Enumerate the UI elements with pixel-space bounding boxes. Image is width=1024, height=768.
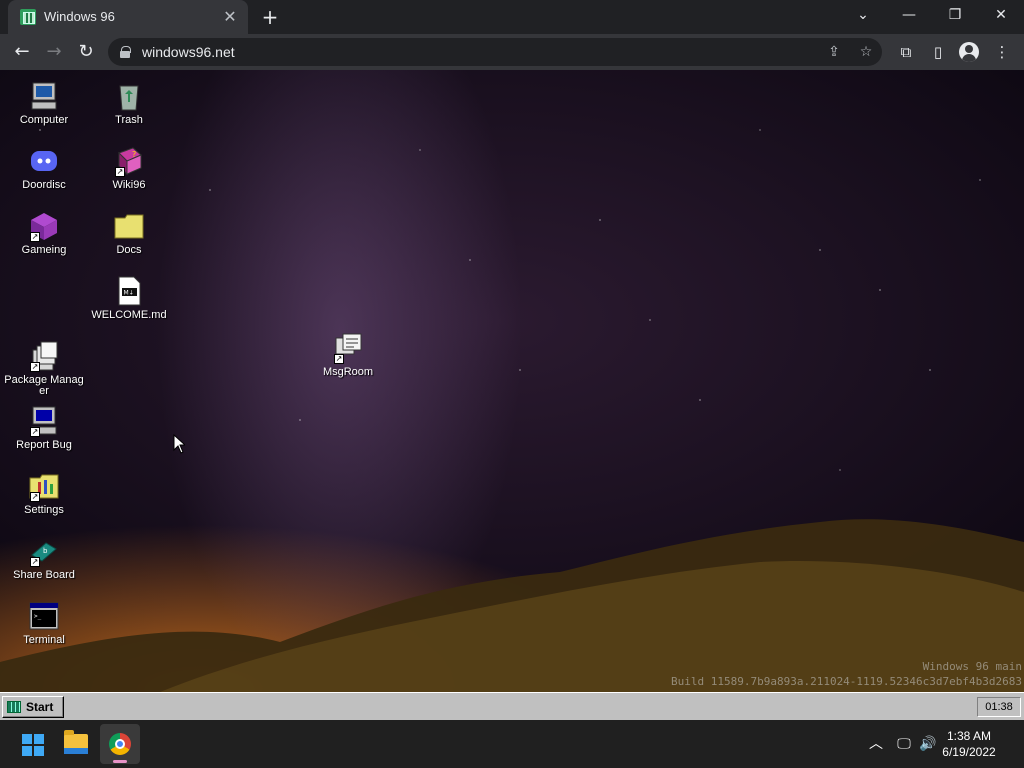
desktop-icon-report-bug[interactable]: ↗ Report Bug: [4, 405, 84, 451]
file-explorer-icon: [64, 730, 88, 754]
window-close-button[interactable]: ✕: [978, 0, 1024, 30]
windows96-favicon-icon: [20, 9, 36, 25]
desktop-icon-label: MsgRoom: [322, 366, 374, 378]
shortcut-arrow-icon: ↗: [115, 167, 125, 177]
desktop-icon-label: Wiki96: [112, 179, 146, 191]
build-watermark-title: Windows 96 main: [922, 660, 1022, 673]
trash-icon: [119, 85, 139, 111]
shortcut-arrow-icon: ↗: [30, 427, 40, 437]
minimize-button[interactable]: —: [886, 0, 932, 30]
extensions-icon[interactable]: ⧉: [894, 40, 918, 64]
restore-button[interactable]: ❐: [932, 0, 978, 30]
markdown-file-icon: M↓: [118, 276, 141, 306]
network-icon[interactable]: 🖵: [894, 734, 914, 754]
desktop-icon-label: Docs: [116, 244, 142, 256]
os-taskbar: ︿ 🖵 🔊 1:38 AM 6/19/2022: [0, 720, 1024, 768]
desktop-icon-label: Computer: [19, 114, 69, 126]
shortcut-arrow-icon: ↗: [30, 232, 40, 242]
start-label: Start: [26, 700, 54, 714]
start-button[interactable]: Start: [2, 696, 64, 718]
browser-tabstrip: Windows 96 ✕ + ⌄ — ❐ ✕: [0, 0, 1024, 34]
shortcut-arrow-icon: ↗: [30, 492, 40, 502]
back-button[interactable]: ←: [8, 38, 36, 66]
desktop-icon-label: Share Board: [13, 569, 75, 581]
build-watermark-version: Build 11589.7b9a893a.211024-1119.52346c3…: [671, 675, 1022, 688]
svg-text:M↓: M↓: [124, 290, 134, 297]
url-text[interactable]: windows96.net: [142, 44, 235, 60]
desktop-icon-package-manager[interactable]: ↗ Package Manager: [4, 340, 84, 397]
browser-toolbar: ← → ↻ windows96.net ⇪ ☆ ⧉ ▯ ⋮: [0, 34, 1024, 70]
active-app-indicator: [113, 760, 127, 763]
share-icon[interactable]: ⇪: [824, 42, 844, 62]
computer-icon: [31, 82, 57, 110]
system-time: 1:38 AM: [946, 729, 992, 743]
profile-avatar-icon[interactable]: [959, 42, 979, 62]
w96-taskbar: Start 01:38: [0, 692, 1024, 720]
desktop-icon-msgroom[interactable]: ↗ MsgRoom: [308, 332, 388, 378]
w96-clock[interactable]: 01:38: [977, 697, 1021, 717]
system-clock[interactable]: 1:38 AM 6/19/2022: [934, 728, 1004, 760]
desktop-icon-computer[interactable]: Computer: [4, 80, 84, 126]
desktop-icon-trash[interactable]: Trash: [89, 80, 169, 126]
browser-tab[interactable]: Windows 96 ✕: [8, 0, 248, 34]
desktop-icon-label: Gameing: [21, 244, 67, 256]
svg-text:b: b: [43, 547, 48, 555]
desktop-icon-terminal[interactable]: >_ Terminal: [4, 600, 84, 646]
chrome-icon: [109, 733, 131, 755]
desktop-icon-welcome-md[interactable]: M↓ WELCOME.md: [89, 275, 169, 321]
discord-icon: [31, 151, 57, 171]
windows96-logo-icon: [7, 701, 21, 713]
windows-logo-icon: [22, 734, 44, 756]
terminal-icon: >_: [29, 602, 59, 630]
address-bar[interactable]: windows96.net ⇪ ☆: [108, 38, 882, 66]
mountain-silhouette: [0, 519, 1024, 692]
system-date: 6/19/2022: [942, 745, 996, 759]
svg-text:?: ?: [132, 150, 136, 159]
chrome-taskbar-button[interactable]: [100, 724, 140, 764]
desktop-icon-label: Package Manager: [4, 374, 84, 397]
shortcut-arrow-icon: ↗: [334, 354, 344, 364]
shortcut-arrow-icon: ↗: [30, 362, 40, 372]
svg-text:>_: >_: [34, 613, 42, 620]
desktop-icon-label: Doordisc: [22, 179, 66, 191]
desktop-icon-label: Terminal: [23, 634, 65, 646]
desktop-icon-settings[interactable]: ↗ Settings: [4, 470, 84, 516]
desktop-icon-label: Trash: [115, 114, 143, 126]
desktop[interactable]: Computer Trash Doordisc ? ↗ Wiki96 ↗ Gam…: [0, 70, 1024, 692]
file-explorer-button[interactable]: [56, 724, 96, 764]
side-panel-icon[interactable]: ▯: [926, 40, 950, 64]
tab-title: Windows 96: [44, 9, 115, 24]
desktop-icon-gameing[interactable]: ↗ Gameing: [4, 210, 84, 256]
os-start-button[interactable]: [12, 724, 52, 764]
lock-icon[interactable]: [120, 46, 131, 58]
reload-button[interactable]: ↻: [72, 38, 100, 66]
desktop-icon-label: Settings: [24, 504, 64, 516]
forward-button[interactable]: →: [40, 38, 68, 66]
tab-search-icon[interactable]: ⌄: [840, 0, 886, 30]
desktop-icon-share-board[interactable]: b ↗ Share Board: [4, 535, 84, 581]
browser-menu-icon[interactable]: ⋮: [990, 40, 1014, 64]
desktop-icon-wiki96[interactable]: ? ↗ Wiki96: [89, 145, 169, 191]
folder-icon: [114, 214, 144, 239]
hidden-icons-chevron-icon[interactable]: ︿: [866, 734, 886, 754]
desktop-icon-doordisc[interactable]: Doordisc: [4, 145, 84, 191]
desktop-icon-label: WELCOME.md: [91, 309, 167, 321]
tab-close-icon[interactable]: ✕: [220, 7, 240, 27]
bookmark-star-icon[interactable]: ☆: [856, 42, 876, 62]
desktop-icon-docs[interactable]: Docs: [89, 210, 169, 256]
new-tab-button[interactable]: +: [258, 5, 282, 29]
desktop-icon-label: Report Bug: [16, 439, 72, 451]
mouse-cursor-icon: [173, 434, 185, 454]
shortcut-arrow-icon: ↗: [30, 557, 40, 567]
